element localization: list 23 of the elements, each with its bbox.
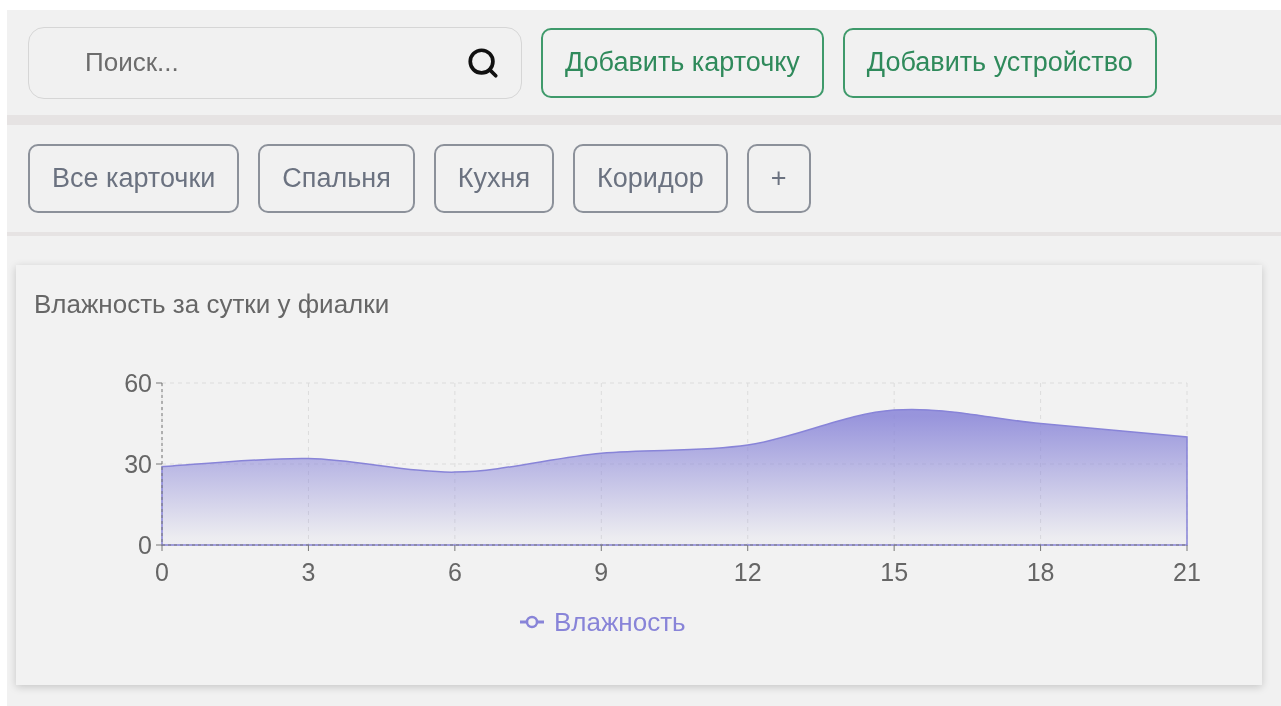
room-tab[interactable]: + — [746, 144, 811, 213]
x-tick-label: 15 — [880, 558, 909, 586]
x-tick-label: 18 — [1026, 558, 1055, 586]
x-tick-label: 6 — [447, 558, 462, 586]
room-tab[interactable]: Кухня — [433, 144, 555, 213]
add-button[interactable]: Добавить устройство — [842, 27, 1157, 98]
x-tick-label: 3 — [301, 558, 316, 586]
y-tick-label: 0 — [138, 531, 152, 559]
y-tick-label: 30 — [124, 450, 152, 478]
card-title: Влажность за сутки у фиалки — [33, 288, 391, 321]
x-tick-label: 12 — [733, 558, 762, 586]
search-icon[interactable] — [466, 45, 500, 80]
x-tick-label: 21 — [1173, 558, 1201, 586]
x-tick-label: 0 — [155, 558, 169, 586]
add-button[interactable]: Добавить карточку — [541, 27, 824, 98]
search-field[interactable]: Поиск... — [28, 26, 522, 99]
room-tab[interactable]: Все карточки — [28, 144, 240, 213]
room-tab[interactable]: Спальня — [258, 144, 415, 213]
x-tick-label: 9 — [594, 558, 609, 586]
room-tab[interactable]: Коридор — [573, 144, 728, 213]
y-tick-label: 60 — [124, 369, 152, 397]
legend-label: Влажность — [554, 607, 686, 637]
legend-icon — [520, 615, 544, 629]
